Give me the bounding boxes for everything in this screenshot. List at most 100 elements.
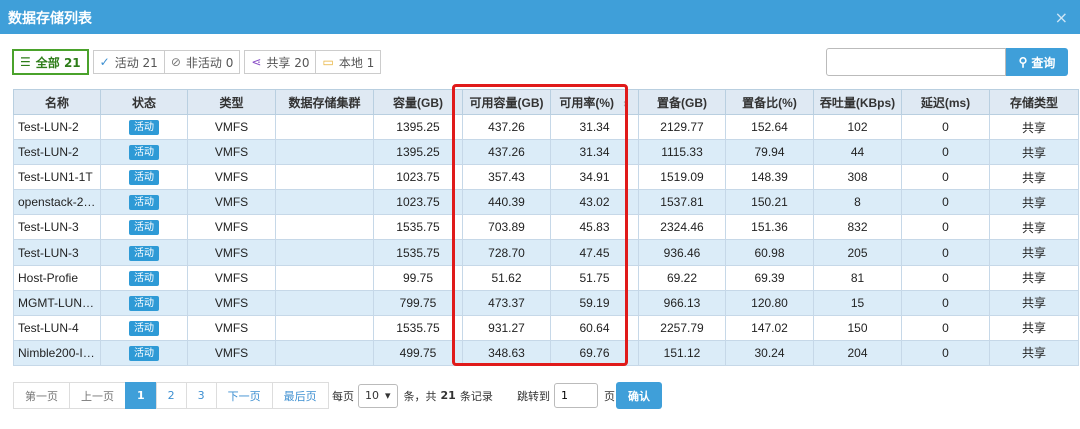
cell-latency: 0 xyxy=(901,289,990,316)
close-icon[interactable]: × xyxy=(1055,8,1068,27)
col-header-free-pct[interactable]: 可用率(%) ⇕ xyxy=(550,89,639,115)
cell-type: VMFS xyxy=(187,314,276,341)
page-3-button[interactable]: 3 xyxy=(185,382,217,409)
cell-latency: 0 xyxy=(901,239,990,266)
first-page-button[interactable]: 第一页 xyxy=(13,382,70,409)
prev-page-button[interactable]: 上一页 xyxy=(69,382,126,409)
jump-page-input[interactable] xyxy=(554,383,598,408)
cell-type: VMFS xyxy=(187,214,276,241)
table-row[interactable]: openstack-20... 活动 VMFS 1023.75 440.39 43.02 1… xyxy=(13,189,1079,216)
filter-inactive-button[interactable]: ⊘ 非活动 0 xyxy=(163,50,241,74)
cell-latency: 0 xyxy=(901,314,990,341)
table-header-row: 名称 状态 类型 数据存储集群 容量(GB) 可用容量(GB) 可用率(%) ⇕ … xyxy=(13,89,1079,115)
col-header-provisioned[interactable]: 置备(GB) xyxy=(638,89,726,115)
cell-free-pct: 51.75 xyxy=(550,264,639,291)
col-header-cluster[interactable]: 数据存储集群 xyxy=(275,89,374,115)
col-header-name[interactable]: 名称 xyxy=(13,89,101,115)
cell-storage-type: 共享 xyxy=(989,239,1079,266)
sort-icon[interactable]: ⇕ xyxy=(622,99,630,109)
search-button[interactable]: ⚲ 查询 xyxy=(1006,48,1068,76)
page-2-button[interactable]: 2 xyxy=(155,382,187,409)
table-row[interactable]: Test-LUN-4 活动 VMFS 1535.75 931.27 60.64 2257.7… xyxy=(13,314,1079,341)
table-row[interactable]: Test-LUN-2 活动 VMFS 1395.25 437.26 31.34 2129.7… xyxy=(13,113,1079,141)
table-row[interactable]: Nimble200-IS... 活动 VMFS 499.75 348.63 69.76 15… xyxy=(13,339,1079,366)
cell-storage-type: 共享 xyxy=(989,214,1079,241)
cell-cluster xyxy=(275,239,374,266)
pagination: 第一页 上一页 1 2 3 下一页 最后页 xyxy=(13,382,329,409)
cell-cluster xyxy=(275,289,374,316)
last-page-button[interactable]: 最后页 xyxy=(271,382,329,409)
cell-name: Test-LUN-4 xyxy=(13,314,101,341)
next-page-button[interactable]: 下一页 xyxy=(215,382,273,409)
cell-prov-ratio: 30.24 xyxy=(725,339,814,366)
table-row[interactable]: Test-LUN-3 活动 VMFS 1535.75 703.89 45.83 2324.4… xyxy=(13,214,1079,241)
filter-all-button[interactable]: ☰ 全部 21 xyxy=(12,49,89,75)
col-header-prov-ratio[interactable]: 置备比(%) xyxy=(725,89,814,115)
table-row[interactable]: Host-Profie 活动 VMFS 99.75 51.62 51.75 69.22 69.… xyxy=(13,264,1079,291)
status-badge: 活动 xyxy=(129,245,159,261)
col-header-status[interactable]: 状态 xyxy=(100,89,188,115)
cell-provisioned: 2129.77 xyxy=(638,113,726,141)
status-badge: 活动 xyxy=(129,220,159,236)
cell-free: 440.39 xyxy=(462,189,551,216)
cell-free-pct: 43.02 xyxy=(550,189,639,216)
filter-shared-button[interactable]: ⋖ 共享 20 xyxy=(244,50,317,74)
cell-status: 活动 xyxy=(100,289,188,316)
cell-provisioned: 2257.79 xyxy=(638,314,726,341)
col-header-storage-type[interactable]: 存储类型 xyxy=(989,89,1079,115)
cell-throughput: 150 xyxy=(813,314,902,341)
col-header-capacity[interactable]: 容量(GB) xyxy=(373,89,463,115)
share-icon: ⋖ xyxy=(251,55,262,69)
cell-name: MGMT-LUN1-... xyxy=(13,289,101,316)
cell-free: 931.27 xyxy=(462,314,551,341)
cell-status: 活动 xyxy=(100,239,188,266)
cell-status: 活动 xyxy=(100,164,188,191)
cell-cluster xyxy=(275,113,374,141)
filter-active-button[interactable]: ✓ 活动 21 xyxy=(92,50,165,74)
col-header-type[interactable]: 类型 xyxy=(187,89,276,115)
cell-prov-ratio: 150.21 xyxy=(725,189,814,216)
total-count: 21 xyxy=(440,389,456,402)
table-row[interactable]: MGMT-LUN1-... 活动 VMFS 799.75 473.37 59.19 966.… xyxy=(13,289,1079,316)
cell-throughput: 205 xyxy=(813,239,902,266)
cell-storage-type: 共享 xyxy=(989,314,1079,341)
cell-capacity: 1395.25 xyxy=(373,139,463,166)
cell-status: 活动 xyxy=(100,339,188,366)
jump-control: 跳转到 页 xyxy=(517,382,615,409)
filter-shared-label: 共享 20 xyxy=(266,55,310,70)
table-row[interactable]: Test-LUN-3 活动 VMFS 1535.75 728.70 47.45 936.46… xyxy=(13,239,1079,266)
table-row[interactable]: Test-LUN1-1T 活动 VMFS 1023.75 357.43 34.91 1519… xyxy=(13,164,1079,191)
page-1-button[interactable]: 1 xyxy=(125,382,157,409)
col-header-latency[interactable]: 延迟(ms) xyxy=(901,89,990,115)
cell-prov-ratio: 120.80 xyxy=(725,289,814,316)
confirm-button[interactable]: 确认 xyxy=(616,382,662,409)
cell-provisioned: 2324.46 xyxy=(638,214,726,241)
cell-latency: 0 xyxy=(901,164,990,191)
search-icon: ⚲ xyxy=(1018,55,1028,69)
per-page-suffix: 条，共 xyxy=(403,389,437,403)
per-page-select[interactable]: 10 ▾ xyxy=(358,383,398,408)
cell-prov-ratio: 79.94 xyxy=(725,139,814,166)
per-page-value: 10 xyxy=(365,389,379,402)
per-page-label: 每页 xyxy=(332,389,354,403)
cell-name: Nimble200-IS... xyxy=(13,339,101,366)
cell-throughput: 44 xyxy=(813,139,902,166)
cell-latency: 0 xyxy=(901,339,990,366)
col-header-throughput[interactable]: 吞吐量(KBps) xyxy=(813,89,902,115)
cell-status: 活动 xyxy=(100,214,188,241)
cell-free: 437.26 xyxy=(462,113,551,141)
table-row[interactable]: Test-LUN-2 活动 VMFS 1395.25 437.26 31.34 1115.3… xyxy=(13,139,1079,166)
col-header-free-pct-label: 可用率(%) xyxy=(559,95,615,110)
cell-storage-type: 共享 xyxy=(989,189,1079,216)
cell-status: 活动 xyxy=(100,264,188,291)
status-badge: 活动 xyxy=(129,320,159,336)
filter-all-label: 全部 21 xyxy=(35,55,81,70)
col-header-free[interactable]: 可用容量(GB) xyxy=(462,89,551,115)
cell-capacity: 1395.25 xyxy=(373,113,463,141)
cell-storage-type: 共享 xyxy=(989,339,1079,366)
filter-local-button[interactable]: ▭ 本地 1 xyxy=(315,50,382,74)
search-input[interactable] xyxy=(826,48,1006,76)
cell-prov-ratio: 60.98 xyxy=(725,239,814,266)
cell-capacity: 1535.75 xyxy=(373,214,463,241)
status-badge: 活动 xyxy=(129,145,159,161)
